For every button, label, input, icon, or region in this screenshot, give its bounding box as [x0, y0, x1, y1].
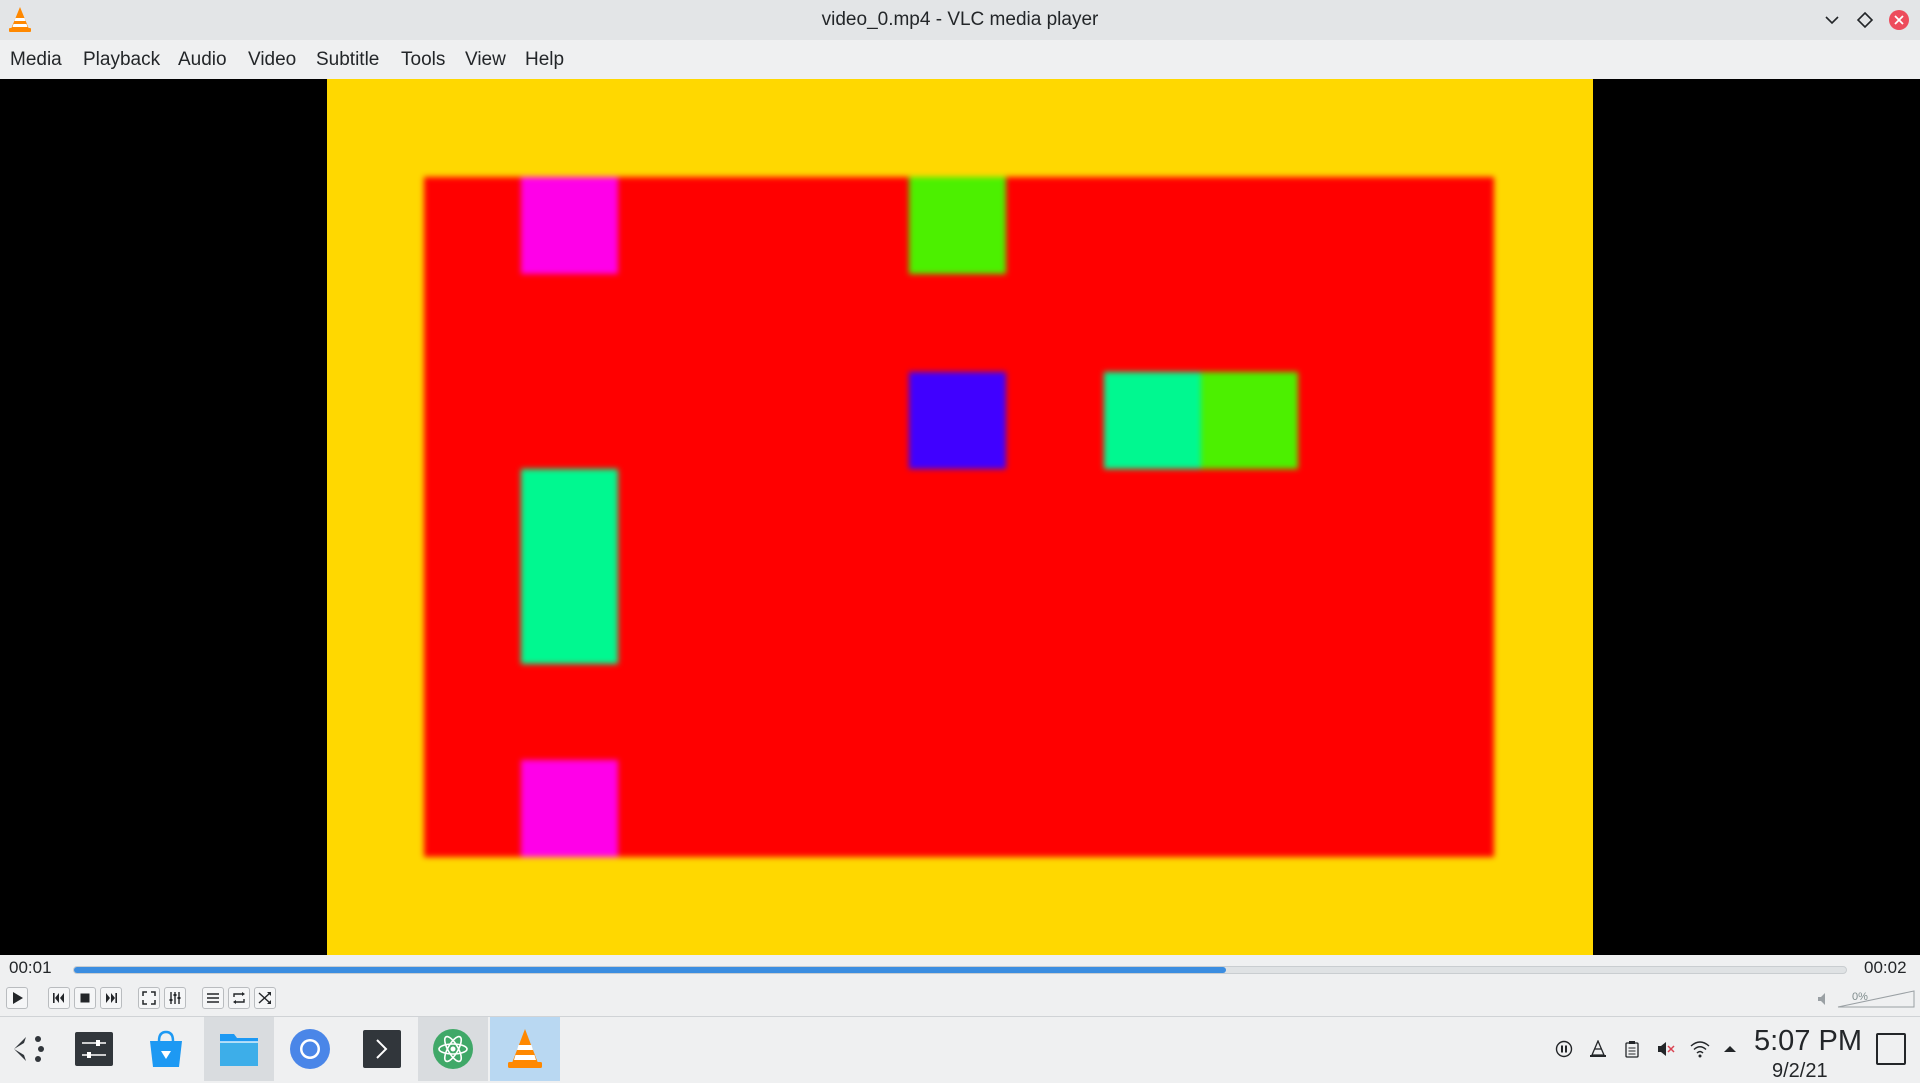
- fullscreen-icon: [142, 991, 156, 1005]
- seek-slider[interactable]: [73, 966, 1847, 974]
- taskbar-discover[interactable]: [131, 1017, 201, 1081]
- volume-muted-icon: [1658, 1042, 1675, 1056]
- loop-button[interactable]: [228, 987, 250, 1009]
- shuffle-button[interactable]: [254, 987, 276, 1009]
- play-icon: [13, 992, 23, 1004]
- equalizer-icon: [169, 992, 181, 1004]
- show-desktop-button[interactable]: [1876, 1033, 1906, 1065]
- tray-expand[interactable]: [1720, 1039, 1740, 1059]
- chromium-browser-icon: [290, 1029, 330, 1069]
- tray-volume[interactable]: [1656, 1039, 1676, 1059]
- magenta-block-bottom: [521, 760, 618, 857]
- play-button[interactable]: [6, 987, 28, 1009]
- stop-button[interactable]: [74, 987, 96, 1009]
- next-button[interactable]: [100, 987, 122, 1009]
- volume-slider[interactable]: [1818, 989, 1918, 1009]
- skip-back-icon: [53, 993, 64, 1003]
- seek-progress: [74, 967, 1226, 973]
- volume-level: 0%: [1852, 991, 1868, 1003]
- video-frame: [327, 79, 1593, 955]
- taskbar-vlc[interactable]: [490, 1017, 560, 1081]
- menu-tools[interactable]: Tools: [401, 49, 445, 71]
- previous-button[interactable]: [48, 987, 70, 1009]
- close-button[interactable]: [1887, 8, 1911, 32]
- menu-bar: Media Playback Audio Video Subtitle Tool…: [0, 40, 1920, 79]
- menu-view[interactable]: View: [465, 49, 506, 71]
- tray-network[interactable]: [1690, 1039, 1710, 1059]
- maximize-button[interactable]: [1853, 8, 1877, 32]
- skip-forward-icon: [106, 993, 117, 1003]
- green-block-right: [1201, 372, 1298, 469]
- pause-circle-icon: [1555, 1040, 1573, 1058]
- taskbar-file-manager[interactable]: [204, 1017, 274, 1081]
- video-inner-field: [424, 177, 1494, 857]
- repeat-icon: [233, 992, 245, 1004]
- playlist-button[interactable]: [202, 987, 224, 1009]
- application-launcher[interactable]: [0, 1017, 63, 1081]
- chevron-up-icon: [1724, 1046, 1736, 1052]
- fullscreen-button[interactable]: [138, 987, 160, 1009]
- minimize-button[interactable]: [1820, 8, 1844, 32]
- wifi-icon: [1690, 1041, 1710, 1058]
- atom-editor-icon: [433, 1029, 473, 1069]
- extended-settings-button[interactable]: [164, 987, 186, 1009]
- chevron-down-icon: [1825, 16, 1839, 25]
- system-settings-icon: [75, 1032, 113, 1066]
- window-title: video_0.mp4 - VLC media player: [821, 9, 1099, 30]
- terminal-icon: [363, 1030, 401, 1068]
- menu-playback[interactable]: Playback: [83, 49, 160, 71]
- taskbar-atom[interactable]: [418, 1017, 488, 1081]
- taskbar: 5:07 PM 9/2/21: [0, 1016, 1920, 1082]
- tray-vlc[interactable]: [1588, 1039, 1608, 1059]
- vlc-tray-icon: [1590, 1040, 1606, 1057]
- menu-media[interactable]: Media: [10, 49, 62, 71]
- teal-block-left: [521, 469, 618, 664]
- blue-block: [909, 372, 1006, 469]
- taskbar-terminal[interactable]: [347, 1017, 417, 1081]
- vlc-icon: [508, 1029, 542, 1068]
- taskbar-system-settings[interactable]: [59, 1017, 129, 1081]
- taskbar-chromium[interactable]: [275, 1017, 345, 1081]
- stop-icon: [80, 993, 90, 1003]
- playback-controls: 00:01 00:02 0%: [0, 955, 1920, 1016]
- close-icon: [1889, 10, 1909, 30]
- menu-audio[interactable]: Audio: [178, 49, 227, 71]
- file-manager-icon: [220, 1034, 258, 1066]
- clipboard-icon: [1625, 1041, 1639, 1058]
- magenta-block-top: [521, 177, 618, 274]
- tray-media-pause[interactable]: [1554, 1039, 1574, 1059]
- tray-clipboard[interactable]: [1622, 1039, 1642, 1059]
- elapsed-time: 00:01: [9, 958, 52, 977]
- title-bar: video_0.mp4 - VLC media player: [0, 0, 1920, 40]
- discover-store-icon: [150, 1030, 182, 1067]
- app-launcher-icon: [14, 1036, 44, 1062]
- green-block-top: [909, 177, 1006, 274]
- menu-subtitle[interactable]: Subtitle: [316, 49, 379, 71]
- teal-block-right: [1104, 372, 1201, 469]
- speaker-icon: [1818, 993, 1825, 1005]
- diamond-icon: [1856, 11, 1874, 29]
- menu-video[interactable]: Video: [248, 49, 296, 71]
- clock-time[interactable]: 5:07 PM: [1754, 1025, 1862, 1058]
- shuffle-icon: [258, 992, 271, 1004]
- video-area[interactable]: [0, 79, 1920, 955]
- total-time[interactable]: 00:02: [1864, 958, 1907, 978]
- menu-help[interactable]: Help: [525, 49, 564, 71]
- playlist-icon: [207, 993, 219, 1003]
